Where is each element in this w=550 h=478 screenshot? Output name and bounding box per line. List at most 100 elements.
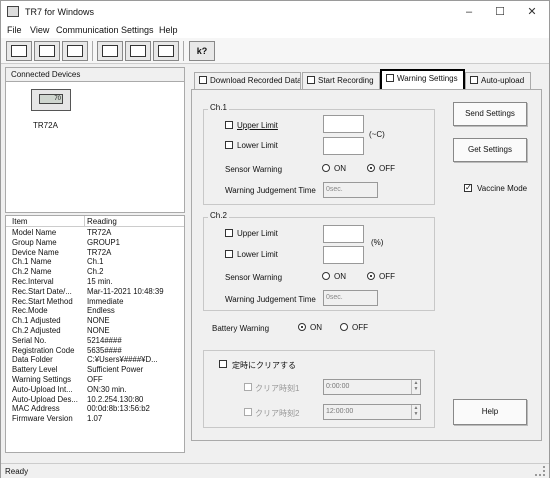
table-row[interactable]: Model Name TR72A [12,228,184,238]
clear-time1-spinner[interactable]: ▲ ▼ [411,380,420,394]
status-text: Ready [5,467,29,476]
ch2-upper-limit-label[interactable]: Upper Limit [237,229,278,238]
app-icon [7,6,19,17]
ch2-lower-limit-label[interactable]: Lower Limit [237,250,278,259]
data-icon[interactable] [125,41,151,61]
toolbar-separator [92,41,93,61]
battery-warning-on-label[interactable]: ON [310,323,322,332]
table-row[interactable]: Device Name TR72A [12,248,184,258]
table-row[interactable]: Ch.1 Name Ch.1 [12,257,184,267]
clear-time2-spinner[interactable]: ▲ ▼ [411,405,420,419]
device-name-label[interactable]: TR72A [33,121,58,130]
send-settings-button[interactable]: Send Settings [453,102,527,126]
upload-icon [470,76,478,84]
column-divider[interactable] [84,216,85,227]
scheduled-clear-checkbox[interactable] [219,360,227,368]
ch2-judgement-time-input[interactable]: 0sec. [323,290,378,306]
table-row[interactable]: Battery Level Sufficient Power [12,365,184,375]
ch1-judgement-time-label: Warning Judgement Time [225,186,316,195]
battery-warning-off-radio[interactable] [340,323,348,331]
ch1-upper-limit-checkbox[interactable] [225,121,233,129]
tab-auto-upload[interactable]: Auto-upload [465,72,531,89]
clear-time2-checkbox[interactable] [244,408,252,416]
ch1-upper-limit-input[interactable] [323,115,364,133]
table-cell-item: Firmware Version [12,414,73,424]
table-row[interactable]: Auto-Upload Int... ON:30 min. [12,385,184,395]
menu-help[interactable]: Help [159,25,178,35]
table-row[interactable]: Ch.2 Name Ch.2 [12,267,184,277]
ch2-lower-limit-checkbox[interactable] [225,250,233,258]
ch2-lower-limit-input[interactable] [323,246,364,264]
battery-warning-on-radio[interactable] [298,323,306,331]
ch2-upper-limit-checkbox[interactable] [225,229,233,237]
scheduled-clear-label[interactable]: 定時にクリアする [232,360,296,371]
menu-settings[interactable]: Settings [121,25,154,35]
grid-icon[interactable] [153,41,179,61]
menu-file[interactable]: File [7,25,22,35]
battery-warning-label: Battery Warning [212,324,270,333]
table-row[interactable]: Auto-Upload Des... 10.2.254.130:80 [12,395,184,405]
ch2-upper-limit-input[interactable] [323,225,364,243]
tab-start-recording[interactable]: Start Recording [302,72,380,89]
ch1-sensor-warning-on-label[interactable]: ON [334,164,346,173]
ch1-sensor-warning-off-radio[interactable] [367,164,375,172]
ch1-lower-limit-checkbox[interactable] [225,141,233,149]
device-info-icon[interactable] [34,41,60,61]
ch2-sensor-warning-on-radio[interactable] [322,272,330,280]
ch1-lower-limit-label[interactable]: Lower Limit [237,141,278,150]
ch1-judgement-time-input[interactable]: 0sec. [323,182,378,198]
battery-warning-off-label[interactable]: OFF [352,323,368,332]
ch1-upper-limit-label[interactable]: Upper Limit [237,121,278,130]
menu-view[interactable]: View [30,25,49,35]
tab-warning-settings[interactable]: Warning Settings [380,69,465,91]
clear-time1-checkbox[interactable] [244,383,252,391]
table-cell-item: Ch.2 Adjusted [12,326,61,335]
ch1-lower-limit-input[interactable] [323,137,364,155]
table-row[interactable]: Rec.Start Date/... Mar-11-2021 10:48:39 [12,287,184,297]
column-header-item[interactable]: Item [12,217,28,226]
maximize-button[interactable]: ☐ [485,3,515,21]
table-row[interactable]: Data Folder C:¥Users¥####¥D... [12,355,184,365]
clear-time1-input[interactable]: 0:00:00 [323,379,421,395]
ch2-sensor-warning-on-label[interactable]: ON [334,272,346,281]
ch2-group-label: Ch.2 [208,211,229,220]
table-cell-reading: Endless [87,306,115,316]
table-row[interactable]: Serial No. 5214#### [12,336,184,346]
table-cell-reading: C:¥Users¥####¥D... [87,355,158,365]
column-header-reading[interactable]: Reading [87,217,117,226]
help-icon[interactable]: k? [189,41,215,61]
table-row[interactable]: Firmware Version 1.07 [12,414,184,424]
table-row[interactable]: Ch.1 Adjusted NONE [12,316,184,326]
table-row[interactable]: Rec.Mode Endless [12,306,184,316]
close-button[interactable]: ✕ [517,3,547,21]
resize-grip-icon[interactable] [535,466,545,476]
window-title: TR7 for Windows [25,7,95,17]
table-cell-reading: 5214#### [87,335,122,345]
ch2-judgement-time-label: Warning Judgement Time [225,295,316,304]
help-button[interactable]: Help [453,399,527,425]
vaccine-mode-checkbox[interactable] [464,183,472,193]
vaccine-mode-label[interactable]: Vaccine Mode [477,184,527,193]
get-settings-button[interactable]: Get Settings [453,138,527,162]
clear-time2-input[interactable]: 12:00:00 [323,404,421,420]
table-row[interactable]: Registration Code 5635#### [12,346,184,356]
device-settings-icon[interactable] [62,41,88,61]
table-row[interactable]: Rec.Start Method Immediate [12,297,184,307]
table-row[interactable]: Ch.2 Adjusted NONE [12,326,184,336]
table-cell-reading: Ch.2 [87,267,104,277]
menu-communication[interactable]: Communication [56,25,119,35]
record-icon[interactable] [6,41,32,61]
ch1-sensor-warning-on-radio[interactable] [322,164,330,172]
table-cell-reading: Ch.1 [87,257,104,267]
table-row[interactable]: Warning Settings OFF [12,375,184,385]
table-row[interactable]: Group Name GROUP1 [12,238,184,248]
now-icon[interactable] [97,41,123,61]
table-row[interactable]: Rec.Interval 15 min. [12,277,184,287]
ch2-sensor-warning-off-label[interactable]: OFF [379,272,395,281]
table-row[interactable]: MAC Address 00:0d:8b:13:56:b2 [12,404,184,414]
clear-time1-label: クリア時刻1 [255,384,300,393]
tab-download-recorded-data[interactable]: Download Recorded Data [194,72,301,89]
minimize-button[interactable]: – [454,3,484,21]
ch1-sensor-warning-off-label[interactable]: OFF [379,164,395,173]
ch2-sensor-warning-off-radio[interactable] [367,272,375,280]
